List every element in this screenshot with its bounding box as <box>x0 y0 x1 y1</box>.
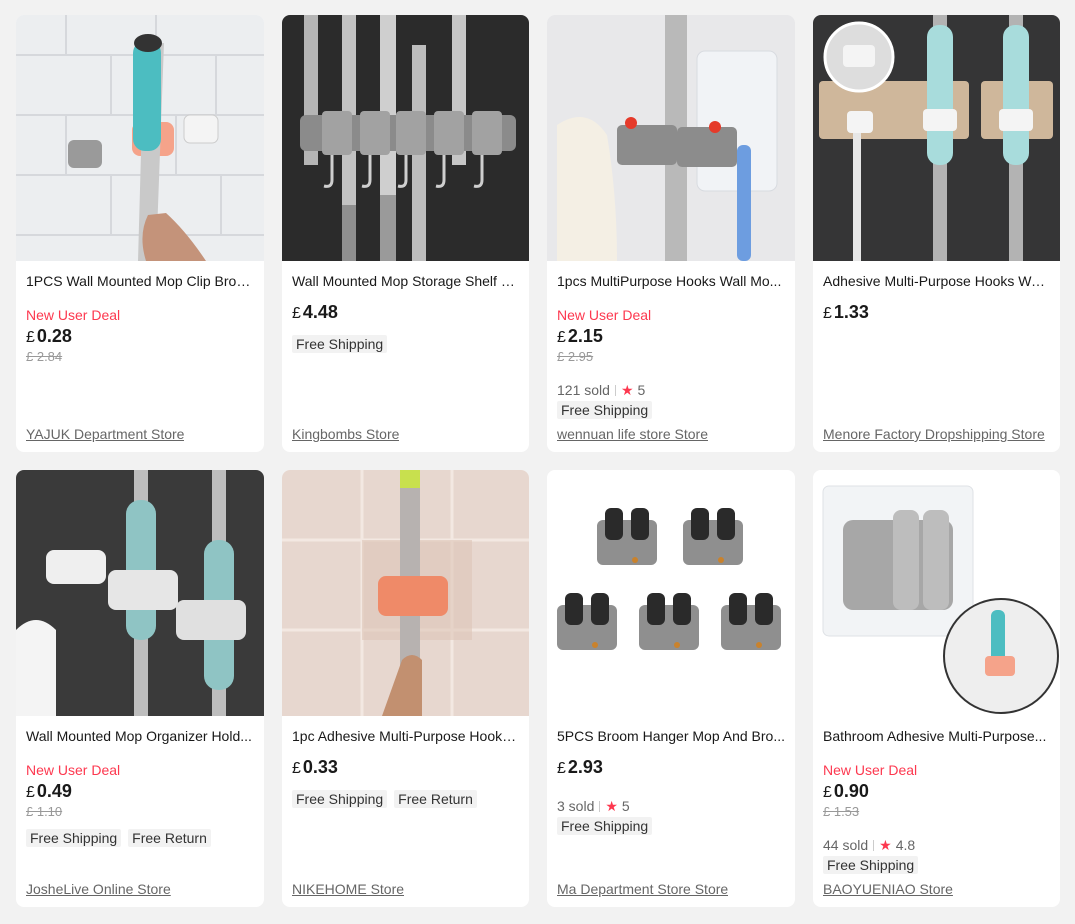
product-title[interactable]: Wall Mounted Mop Storage Shelf R... <box>292 272 519 290</box>
product-card[interactable]: 1PCS Wall Mounted Mop Clip Broo... New U… <box>16 15 264 452</box>
product-price: £1.33 <box>823 302 869 322</box>
product-card[interactable]: Wall Mounted Mop Storage Shelf R... £4.4… <box>282 15 529 452</box>
product-price: £4.48 <box>292 302 338 322</box>
original-price: £ 1.10 <box>26 804 63 819</box>
free-shipping-tag: Free Shipping <box>823 856 919 874</box>
product-card[interactable]: 1pcs MultiPurpose Hooks Wall Mo... New U… <box>547 15 795 452</box>
original-price: £ 2.95 <box>557 349 594 364</box>
product-card[interactable]: Adhesive Multi-Purpose Hooks Wa... £1.33… <box>813 15 1060 452</box>
product-price: £2.93 <box>557 757 603 777</box>
star-icon: ★ <box>605 798 618 814</box>
product-price: £0.33 <box>292 757 338 777</box>
new-user-deal-label: New User Deal <box>26 762 121 778</box>
store-link[interactable]: Kingbombs Store <box>292 425 399 443</box>
product-card[interactable]: Bathroom Adhesive Multi-Purpose... New U… <box>813 470 1060 907</box>
store-link[interactable]: Ma Department Store Store <box>557 880 728 898</box>
product-title[interactable]: Bathroom Adhesive Multi-Purpose... <box>823 727 1050 745</box>
star-icon: ★ <box>879 837 892 853</box>
divider <box>599 800 601 812</box>
store-link[interactable]: JosheLive Online Store <box>26 880 171 898</box>
rating-value: 5 <box>621 798 630 814</box>
tag-list: Free Shipping <box>557 401 785 419</box>
free-shipping-tag: Free Shipping <box>557 817 653 835</box>
tag-list: Free Shipping Free Return <box>292 790 519 808</box>
star-icon: ★ <box>620 382 634 398</box>
product-title[interactable]: Wall Mounted Mop Organizer Hold... <box>26 727 254 745</box>
sold-count: 44 sold <box>823 837 869 853</box>
store-link[interactable]: BAOYUENIAO Store <box>823 880 953 898</box>
multipurpose-hook-image[interactable] <box>547 15 795 261</box>
mop-shelf-image[interactable] <box>282 15 529 261</box>
new-user-deal-label: New User Deal <box>557 307 652 323</box>
product-card[interactable]: 5PCS Broom Hanger Mop And Bro... £2.93 3… <box>547 470 795 907</box>
divider <box>614 384 616 396</box>
bathroom-hook-image[interactable] <box>813 470 1060 716</box>
product-title[interactable]: 5PCS Broom Hanger Mop And Bro... <box>557 727 785 745</box>
store-link[interactable]: NIKEHOME Store <box>292 880 404 898</box>
sales-rating: 121 sold ★ 5 <box>557 381 785 399</box>
tag-list: Free Shipping Free Return <box>26 829 254 847</box>
rating-value: 5 <box>637 382 646 398</box>
free-shipping-tag: Free Shipping <box>292 335 388 353</box>
store-link[interactable]: YAJUK Department Store <box>26 425 184 443</box>
mop-clip-image[interactable] <box>16 15 264 261</box>
product-title[interactable]: 1PCS Wall Mounted Mop Clip Broo... <box>26 272 254 290</box>
free-shipping-tag: Free Shipping <box>557 401 653 419</box>
free-return-tag: Free Return <box>128 829 211 847</box>
rating-value: 4.8 <box>895 837 916 853</box>
sold-count: 121 sold <box>557 382 610 398</box>
product-title[interactable]: Adhesive Multi-Purpose Hooks Wa... <box>823 272 1050 290</box>
product-grid: 1PCS Wall Mounted Mop Clip Broo... New U… <box>16 15 1060 907</box>
original-price: £ 1.53 <box>823 804 860 819</box>
mop-organizer-image[interactable] <box>16 470 264 716</box>
free-return-tag: Free Return <box>394 790 477 808</box>
product-title[interactable]: 1pc Adhesive Multi-Purpose Hooks... <box>292 727 519 745</box>
pink-hook-image[interactable] <box>282 470 529 716</box>
broom-hanger-set-image[interactable] <box>547 470 795 716</box>
sales-rating: 44 sold ★ 4.8 <box>823 836 1050 854</box>
product-card[interactable]: Wall Mounted Mop Organizer Hold... New U… <box>16 470 264 907</box>
adhesive-hook-image[interactable] <box>813 15 1060 261</box>
free-shipping-tag: Free Shipping <box>292 790 388 808</box>
store-link[interactable]: wennuan life store Store <box>557 425 708 443</box>
tag-list: Free Shipping <box>292 335 519 353</box>
tag-list: Free Shipping <box>557 817 785 835</box>
original-price: £ 2.84 <box>26 349 63 364</box>
product-card[interactable]: 1pc Adhesive Multi-Purpose Hooks... £0.3… <box>282 470 529 907</box>
tag-list: Free Shipping <box>823 856 1050 874</box>
divider <box>873 839 875 851</box>
free-shipping-tag: Free Shipping <box>26 829 122 847</box>
sales-rating: 3 sold ★ 5 <box>557 797 785 815</box>
store-link[interactable]: Menore Factory Dropshipping Store <box>823 425 1045 443</box>
product-price: £0.28 <box>26 326 72 346</box>
product-price: £0.49 <box>26 781 72 801</box>
new-user-deal-label: New User Deal <box>823 762 918 778</box>
new-user-deal-label: New User Deal <box>26 307 121 323</box>
product-price: £0.90 <box>823 781 869 801</box>
sold-count: 3 sold <box>557 798 595 814</box>
product-price: £2.15 <box>557 326 603 346</box>
product-title[interactable]: 1pcs MultiPurpose Hooks Wall Mo... <box>557 272 785 290</box>
